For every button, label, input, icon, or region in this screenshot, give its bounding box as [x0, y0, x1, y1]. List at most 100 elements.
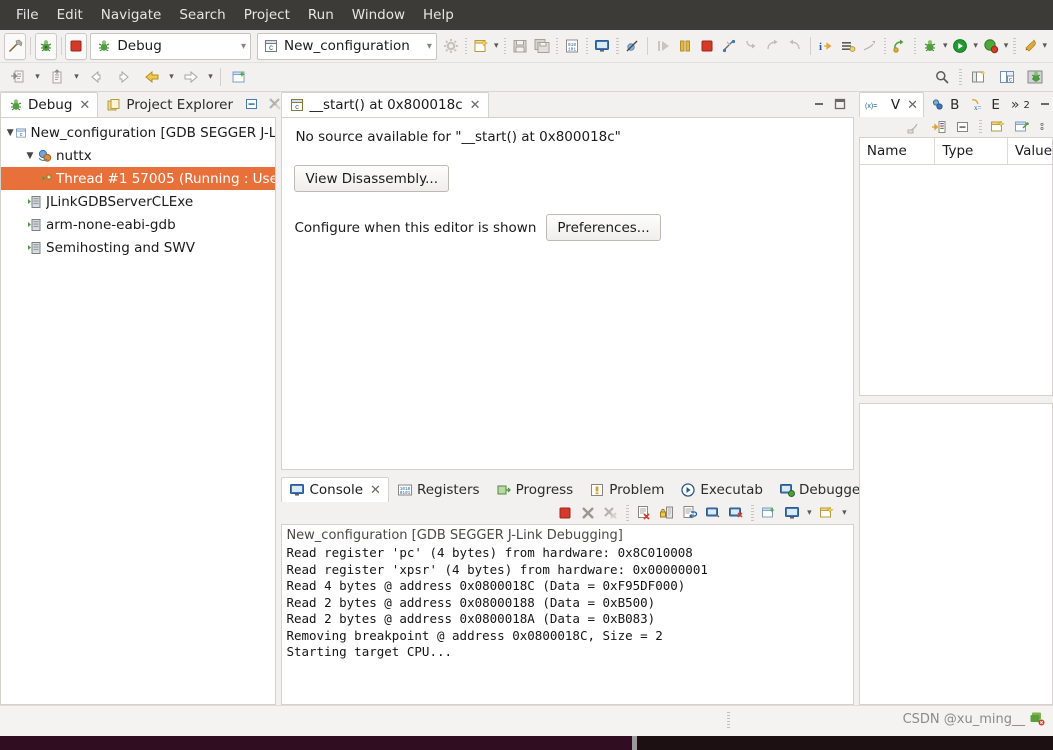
terminate-icon[interactable] — [696, 33, 718, 60]
menu-item-help[interactable]: Help — [414, 4, 463, 26]
tab-variables[interactable]: (x)= V ✕ — [859, 92, 924, 117]
menu-item-search[interactable]: Search — [170, 4, 234, 26]
tab-executables[interactable]: Executab — [672, 477, 771, 502]
preferences-button[interactable]: Preferences... — [546, 214, 660, 241]
tree-row-launch-config[interactable]: ▼ c New_configuration [GDB SEGGER J-Link… — [1, 121, 275, 144]
build-all-icon[interactable]: 010101 — [561, 33, 583, 60]
tab-editor-start[interactable]: c __start() at 0x800018c ✕ — [281, 92, 488, 117]
terminate-icon[interactable] — [554, 502, 576, 524]
scroll-lock-icon[interactable] — [656, 502, 678, 524]
skip-all-breakpoints-icon[interactable] — [622, 33, 644, 60]
launch-settings-gear-icon[interactable] — [440, 33, 462, 60]
perspective-c-cpp-icon[interactable]: c — [993, 64, 1021, 91]
tree-row-jlink-server[interactable]: JLinkGDBServerCLExe — [1, 190, 275, 213]
resume-icon[interactable] — [652, 33, 674, 60]
external-tools-icon[interactable] — [1019, 33, 1041, 60]
horizontal-sash-console[interactable] — [281, 470, 853, 477]
step-return-icon[interactable] — [784, 33, 806, 60]
column-header-name[interactable]: Name — [860, 138, 935, 164]
minimize-icon[interactable] — [1035, 93, 1053, 115]
tab-debugger-console[interactable]: Debugge — [771, 477, 868, 502]
menu-item-run[interactable]: Run — [299, 4, 343, 26]
pin-console-icon[interactable] — [702, 502, 724, 524]
step-into-selection-icon[interactable] — [4, 64, 32, 91]
debug-bug-icon[interactable] — [35, 33, 57, 60]
tree-row-process-nuttx[interactable]: ▼ nuttx — [1, 144, 275, 167]
display-selected-console-icon[interactable] — [725, 502, 747, 524]
forward-icon[interactable] — [177, 64, 205, 91]
external-tools-dropdown-icon[interactable]: ▾ — [1040, 36, 1048, 56]
expand-arrow-icon[interactable]: ▼ — [5, 128, 15, 138]
perspective-combo[interactable]: Debug ▾ — [90, 33, 251, 60]
back-icon[interactable] — [138, 64, 166, 91]
console-monitor-icon[interactable] — [781, 502, 803, 524]
tab-debug[interactable]: Debug ✕ — [0, 92, 98, 117]
tree-row-gdb[interactable]: arm-none-eabi-gdb — [1, 213, 275, 236]
build-hammer-icon[interactable] — [4, 33, 26, 60]
instruction-stepping-dropdown-icon[interactable]: ▾ — [71, 67, 82, 87]
debug-last-tool-icon[interactable] — [919, 33, 941, 60]
step-into-selection-dropdown-icon[interactable]: ▾ — [32, 67, 43, 87]
minimize-icon[interactable] — [809, 93, 829, 115]
disconnect-icon[interactable] — [718, 33, 740, 60]
tab-problems[interactable]: Problem — [581, 477, 672, 502]
clear-console-icon[interactable] — [633, 502, 655, 524]
show-disassembly-icon[interactable] — [859, 33, 881, 60]
column-header-type[interactable]: Type — [935, 138, 1008, 164]
tab-console-close-icon[interactable]: ✕ — [370, 483, 381, 498]
word-wrap-icon[interactable] — [679, 502, 701, 524]
maximize-icon[interactable] — [830, 93, 850, 115]
view-menu-icon[interactable] — [1035, 117, 1049, 137]
instruction-step-mode-icon[interactable]: i — [815, 33, 837, 60]
tab-debug-close-icon[interactable]: ✕ — [79, 98, 90, 113]
forward-dropdown-icon[interactable]: ▾ — [205, 67, 216, 87]
console-body[interactable]: New_configuration [GDB SEGGER J-Link Deb… — [281, 524, 853, 705]
open-perspective-icon[interactable] — [965, 64, 993, 91]
search-icon[interactable] — [928, 64, 956, 91]
debug-dropdown-icon[interactable]: ▾ — [941, 36, 949, 56]
profile-icon[interactable] — [980, 33, 1002, 60]
tab-editor-close-icon[interactable]: ✕ — [470, 98, 481, 113]
remove-launch-icon[interactable] — [577, 502, 599, 524]
expand-arrow-icon[interactable]: ▼ — [23, 151, 37, 161]
collapse-all-icon[interactable] — [904, 117, 926, 137]
previous-annotation-icon[interactable] — [82, 64, 110, 91]
new-wizard-icon[interactable] — [470, 33, 492, 60]
save-all-icon[interactable] — [531, 33, 553, 60]
tab-variables-close-icon[interactable]: ✕ — [907, 98, 918, 113]
layout-icon[interactable] — [1011, 117, 1033, 137]
back-dropdown-icon[interactable]: ▾ — [166, 67, 177, 87]
tab-expressions[interactable]: x= E — [965, 92, 1006, 117]
new-wizard-dropdown-icon[interactable]: ▾ — [492, 36, 500, 56]
column-header-value[interactable]: Value — [1008, 138, 1052, 164]
run-dropdown-icon[interactable]: ▾ — [971, 36, 979, 56]
tab-registers[interactable]: 10100101 Registers — [389, 477, 488, 502]
tree-row-semihosting[interactable]: Semihosting and SWV — [1, 236, 275, 259]
run-icon[interactable] — [949, 33, 971, 60]
perspective-debug-icon[interactable] — [1021, 64, 1049, 91]
variables-detail-pane[interactable] — [859, 403, 1053, 705]
menu-item-window[interactable]: Window — [343, 4, 414, 26]
instruction-stepping-icon[interactable] — [43, 64, 71, 91]
run-last-tool-icon[interactable] — [889, 33, 911, 60]
tree-row-thread-selected[interactable]: Thread #1 57005 (Running : User Request) — [1, 167, 275, 190]
suspend-icon[interactable] — [674, 33, 696, 60]
menu-item-file[interactable]: File — [7, 4, 48, 26]
console-dropdown-icon[interactable]: ▾ — [804, 503, 815, 523]
terminate-icon[interactable] — [65, 33, 87, 60]
launch-configuration-combo[interactable]: c New_configuration ▾ — [257, 33, 437, 60]
step-over-icon[interactable] — [762, 33, 784, 60]
new-console-view-icon[interactable] — [816, 502, 838, 524]
collapse-icon[interactable] — [952, 117, 974, 137]
view-disassembly-button[interactable]: View Disassembly... — [294, 165, 449, 192]
new-c-project-icon[interactable] — [225, 64, 253, 91]
tab-progress[interactable]: Progress — [488, 477, 582, 502]
restore-registers-icon[interactable] — [837, 33, 859, 60]
tab-overflow-chevron[interactable]: » 2 — [1006, 92, 1035, 117]
menu-item-project[interactable]: Project — [235, 4, 299, 26]
new-detail-pane-icon[interactable] — [987, 117, 1009, 137]
collapse-all-icon[interactable] — [241, 93, 263, 115]
step-into-icon[interactable] — [740, 33, 762, 60]
profile-dropdown-icon[interactable]: ▾ — [1002, 36, 1010, 56]
save-icon[interactable] — [509, 33, 531, 60]
